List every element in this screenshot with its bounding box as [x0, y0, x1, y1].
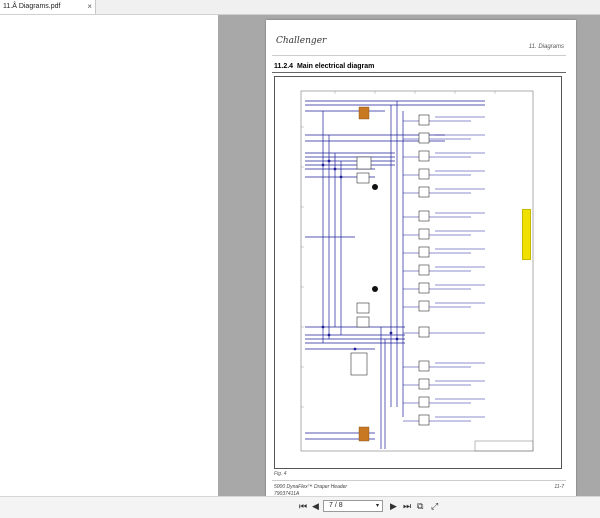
tab-title: 11.Â Diagrams.pdf [3, 3, 61, 10]
copy-icon[interactable]: ⧉ [417, 501, 423, 512]
prev-page-icon[interactable]: ◀ [312, 501, 319, 512]
first-page-icon[interactable]: ⏮ [299, 501, 307, 512]
section-title: 11.2.4 Main electrical diagram [274, 63, 374, 70]
section-rule [272, 72, 566, 73]
electrical-diagram [274, 76, 562, 469]
chevron-down-icon[interactable]: ▾ [376, 502, 379, 509]
fit-page-icon[interactable]: ⤢ [431, 501, 438, 512]
section-number: 11.2.4 [274, 63, 294, 70]
page-display: 7 / 8 [329, 502, 343, 509]
close-icon[interactable]: × [87, 2, 92, 11]
tab-bar: 11.Â Diagrams.pdf × [0, 0, 600, 15]
footer-product: 5000 DynaFlex™ Draper Header [274, 484, 348, 490]
last-page-icon[interactable]: ⏭ [403, 501, 411, 512]
figure-caption: Fig. 4 [274, 471, 287, 477]
blank-left-pane [0, 15, 219, 496]
brand-logo: Challenger [276, 36, 327, 46]
wiring-schematic [300, 90, 534, 452]
search-highlight-marker[interactable] [522, 209, 531, 260]
chapter-heading: 11. Diagrams [528, 44, 564, 50]
page-number-input[interactable]: 7 / 8 ▾ [323, 500, 383, 512]
document-tab[interactable]: 11.Â Diagrams.pdf × [0, 0, 96, 14]
section-title-text: Main electrical diagram [296, 63, 375, 70]
footer-rule [272, 480, 566, 481]
page-toolbar: ⏮ ◀ 7 / 8 ▾ ▶ ⏭ ⧉ ⤢ [0, 496, 600, 518]
next-page-icon[interactable]: ▶ [390, 501, 397, 512]
header-rule [272, 55, 566, 56]
footer-page-number: 11-7 [554, 484, 564, 490]
